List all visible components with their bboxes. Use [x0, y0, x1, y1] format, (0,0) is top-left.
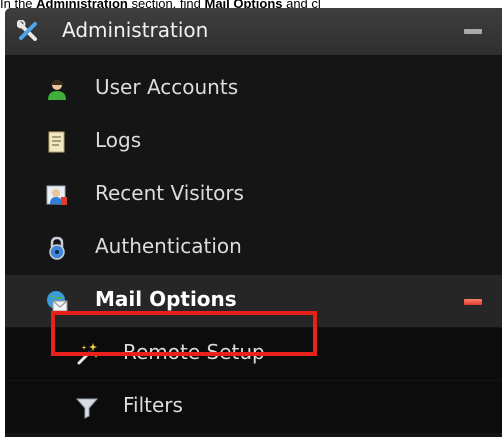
- menu-item-recent-visitors[interactable]: Recent Visitors: [5, 169, 502, 221]
- menu-item-label: User Accounts: [95, 75, 239, 99]
- tools-icon: [16, 19, 39, 42]
- admin-sidebar-menu: Administration User Accounts Logs Recent…: [5, 8, 502, 437]
- menu-item-label: Recent Visitors: [95, 181, 244, 205]
- administration-header[interactable]: Administration: [5, 8, 502, 55]
- remote-setup-highlight: [51, 311, 317, 356]
- user-icon: [45, 77, 69, 101]
- menu-item-label: Logs: [95, 128, 142, 152]
- administration-header-label: Administration: [62, 18, 209, 42]
- menu-item-filters[interactable]: Filters: [5, 381, 502, 433]
- padlock-icon: [45, 236, 69, 260]
- menu-item-logs[interactable]: Logs: [5, 116, 502, 168]
- collapse-icon[interactable]: [464, 299, 482, 305]
- menu-item-label: Mail Options: [95, 287, 237, 311]
- visitor-card-icon: [45, 183, 69, 207]
- mail-globe-icon: [45, 289, 69, 313]
- collapse-icon[interactable]: [464, 29, 482, 34]
- document-icon: [45, 130, 69, 154]
- menu-item-user-accounts[interactable]: User Accounts: [5, 63, 502, 115]
- menu-item-authentication[interactable]: Authentication: [5, 222, 502, 274]
- menu-item-label: Filters: [123, 393, 183, 417]
- funnel-icon: [75, 395, 99, 419]
- menu-item-label: Authentication: [95, 234, 242, 258]
